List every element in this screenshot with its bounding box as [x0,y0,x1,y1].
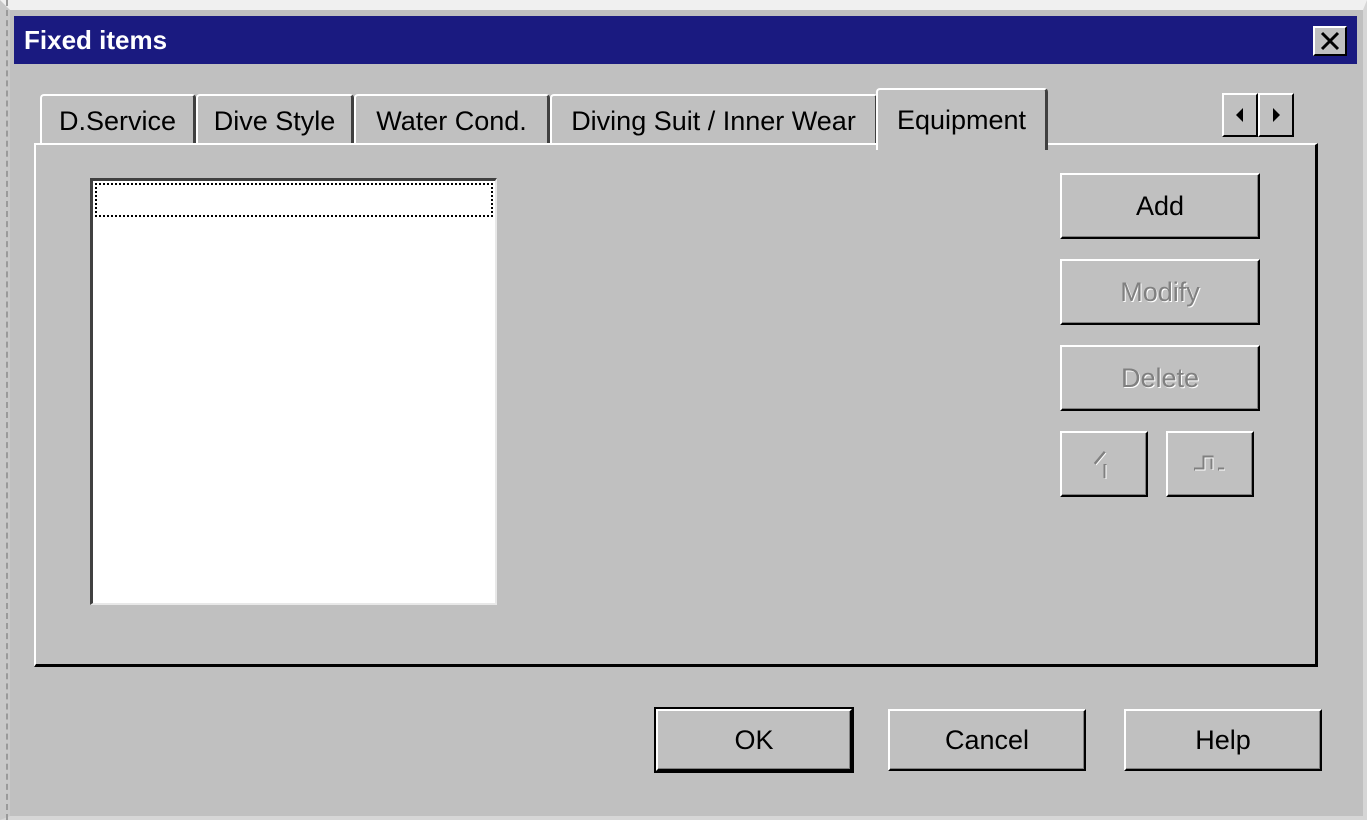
delete-button-label: Delete [1120,362,1200,393]
move-up-icon [1093,451,1107,479]
tab-dive-style[interactable]: Dive Style [196,94,354,146]
help-button-label: Help [1195,724,1251,755]
tab-label: Water Cond. [376,105,527,136]
tab-d-service[interactable]: D.Service [40,94,196,146]
cancel-button-label: Cancel [944,724,1030,755]
move-up-button[interactable] [1060,431,1148,497]
tab-label: Equipment [896,104,1027,135]
list-focus-row[interactable] [95,183,493,217]
tab-diving-suit-inner-wear[interactable]: Diving Suit / Inner Wear [550,94,878,146]
tab-water-cond[interactable]: Water Cond. [354,94,550,146]
tab-scroll-left-button[interactable] [1222,93,1258,137]
equipment-list[interactable] [90,178,497,605]
triangle-left-icon [1236,108,1243,122]
ok-button-label: OK [734,724,774,755]
close-button[interactable] [1313,26,1347,56]
tab-label: D.Service [58,105,177,136]
modify-button-label: Modify [1120,276,1200,307]
tab-label: Diving Suit / Inner Wear [571,105,856,136]
dialog-window: Fixed items D.Service Dive Style Water C… [0,0,1367,820]
modify-button[interactable]: Modify [1060,259,1260,325]
add-button-label: Add [1135,190,1185,221]
move-down-icon [1194,455,1225,471]
tab-scroll-right-button[interactable] [1258,93,1294,137]
help-button[interactable]: Help [1124,709,1322,771]
ok-button[interactable]: OK [654,707,854,773]
dialog-title: Fixed items [24,25,168,55]
cancel-button[interactable]: Cancel [888,709,1086,771]
move-down-button[interactable] [1166,431,1254,497]
close-icon [1320,31,1340,51]
triangle-right-icon [1273,108,1280,122]
tab-label: Dive Style [213,105,336,136]
add-button[interactable]: Add [1060,173,1260,239]
delete-button[interactable]: Delete [1060,345,1260,411]
title-bar[interactable]: Fixed items [14,16,1357,64]
tab-equipment[interactable]: Equipment [876,88,1048,150]
